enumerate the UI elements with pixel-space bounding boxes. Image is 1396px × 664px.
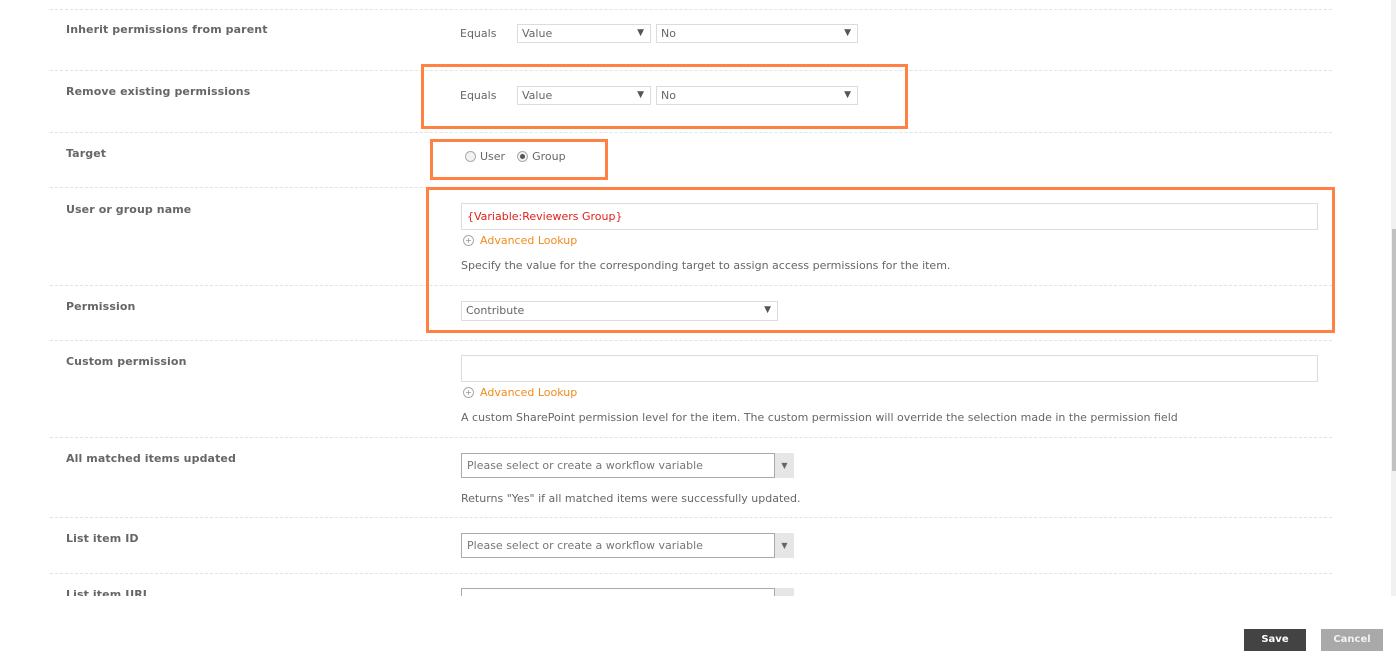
highlight-box-remove [421, 64, 908, 129]
cancel-button[interactable]: Cancel [1321, 629, 1383, 651]
form-viewport: Inherit permissions from parent Equals V… [0, 0, 1390, 596]
advanced-lookup-label: Advanced Lookup [480, 386, 578, 399]
dropdown-arrow-icon[interactable]: ▼ [775, 533, 794, 558]
user-group-name-label: User or group name [66, 203, 192, 216]
inherit-value-select[interactable]: No ▼ [656, 24, 858, 43]
scrollbar-thumb[interactable] [1392, 229, 1396, 471]
inherit-type-value: Value [522, 27, 553, 40]
remove-permissions-label: Remove existing permissions [66, 85, 251, 98]
list-item-id-label: List item ID [66, 532, 139, 545]
custom-permission-advanced-lookup-link[interactable]: + Advanced Lookup [463, 386, 577, 399]
list-item-id-variable-combo[interactable]: Please select or create a workflow varia… [461, 533, 794, 558]
divider [50, 573, 1332, 574]
custom-permission-label: Custom permission [66, 355, 187, 368]
list-item-id-variable-field[interactable]: Please select or create a workflow varia… [461, 533, 775, 558]
plus-circle-icon: + [463, 387, 474, 398]
inherit-type-select[interactable]: Value ▼ [517, 24, 651, 43]
list-item-url-variable-combo[interactable] [461, 588, 794, 596]
dropdown-button[interactable] [775, 588, 794, 596]
inherit-operator-text: Equals [460, 27, 497, 40]
divider [50, 340, 1332, 341]
all-matched-variable-combo[interactable]: Please select or create a workflow varia… [461, 453, 794, 478]
vertical-scrollbar[interactable] [1391, 0, 1396, 596]
dropdown-arrow-icon[interactable]: ▼ [775, 453, 794, 478]
divider [50, 437, 1332, 438]
save-button[interactable]: Save [1244, 629, 1306, 651]
inherit-permissions-label: Inherit permissions from parent [66, 23, 268, 36]
all-matched-variable-field[interactable]: Please select or create a workflow varia… [461, 453, 775, 478]
inherit-value: No [661, 27, 676, 40]
all-matched-label: All matched items updated [66, 452, 236, 465]
all-matched-help-text: Returns "Yes" if all matched items were … [461, 492, 801, 505]
highlight-box-user-permission [426, 187, 1335, 333]
dropdown-arrow-icon: ▼ [844, 28, 851, 38]
target-label: Target [66, 147, 107, 160]
custom-permission-help-text: A custom SharePoint permission level for… [461, 411, 1178, 424]
list-item-url-variable-field[interactable] [461, 588, 775, 596]
highlight-box-target [430, 139, 608, 180]
divider [50, 9, 1332, 10]
custom-permission-input[interactable] [461, 355, 1318, 382]
divider [50, 132, 1332, 133]
dropdown-arrow-icon: ▼ [637, 28, 644, 38]
divider [50, 517, 1332, 518]
list-item-url-label: List item URL [66, 588, 150, 596]
permission-label: Permission [66, 300, 136, 313]
